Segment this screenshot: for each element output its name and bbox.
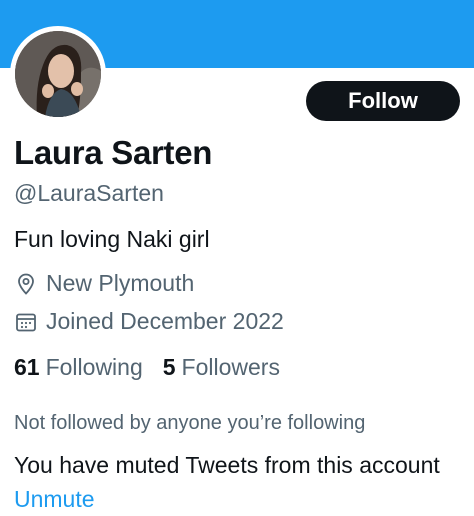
not-followed-notice: Not followed by anyone you’re following xyxy=(14,412,366,434)
avatar-photo xyxy=(15,31,101,117)
following-link[interactable]: 61 Following xyxy=(14,354,143,381)
location-text: New Plymouth xyxy=(46,270,195,296)
followers-link[interactable]: 5 Followers xyxy=(163,354,280,381)
follow-button[interactable]: Follow xyxy=(306,81,460,121)
followers-label: Followers xyxy=(181,354,280,380)
location-pin-icon xyxy=(14,272,38,296)
username-handle: @LauraSarten xyxy=(14,180,164,206)
avatar[interactable] xyxy=(15,31,101,117)
location-row: New Plymouth xyxy=(14,270,194,297)
unmute-link[interactable]: Unmute xyxy=(14,486,95,512)
following-label: Following xyxy=(45,354,143,380)
joined-text: Joined December 2022 xyxy=(46,308,284,334)
avatar-frame xyxy=(10,26,106,122)
follow-counts: 61 Following 5 Followers xyxy=(14,354,300,381)
calendar-icon xyxy=(14,310,38,334)
bio-text: Fun loving Naki girl xyxy=(14,226,210,252)
muted-text: You have muted Tweets from this account xyxy=(14,452,440,478)
following-count: 61 xyxy=(14,354,40,380)
muted-notice: You have muted Tweets from this account … xyxy=(14,448,454,516)
display-name: Laura Sarten xyxy=(14,134,213,171)
joined-row: Joined December 2022 xyxy=(14,308,284,335)
followers-count: 5 xyxy=(162,354,176,380)
